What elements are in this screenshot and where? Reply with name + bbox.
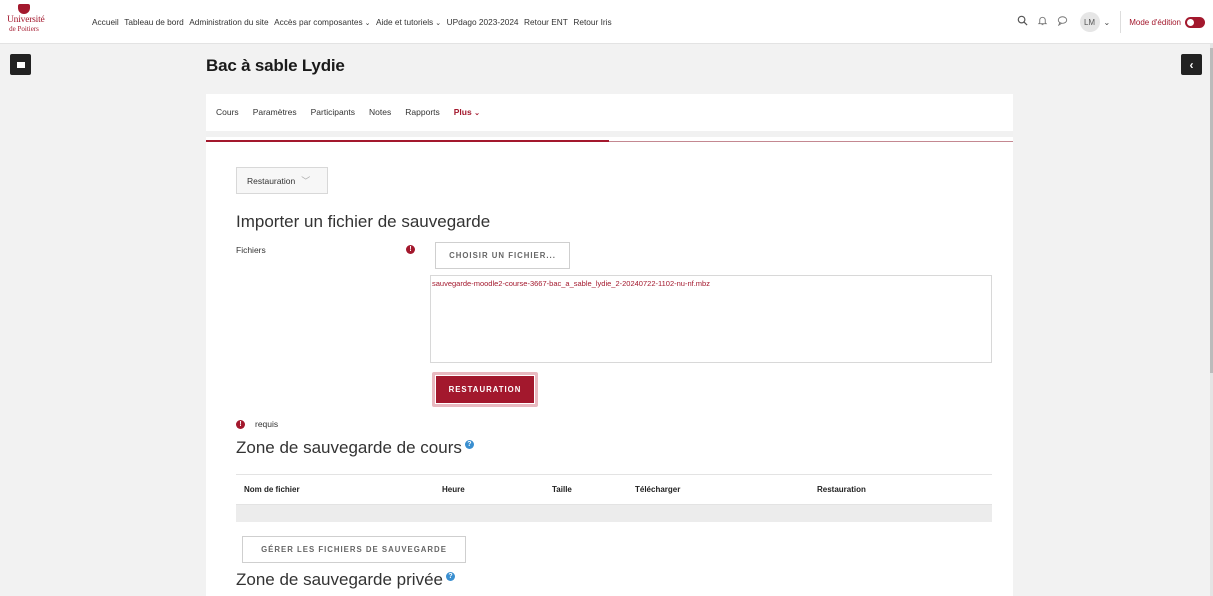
column-header-download: Télécharger — [635, 485, 681, 494]
column-header-size: Taille — [552, 485, 572, 494]
edit-mode-toggle[interactable] — [1185, 16, 1205, 28]
nav-link-tableau-de-bord[interactable]: Tableau de bord — [124, 17, 184, 27]
nav-link-retour-iris[interactable]: Retour Iris — [573, 17, 611, 27]
messages-icon[interactable] — [1057, 15, 1068, 29]
course-secondary-nav: Cours Paramètres Participants Notes Rapp… — [206, 94, 1013, 130]
user-avatar[interactable]: LM — [1079, 12, 1100, 32]
file-drop-zone[interactable]: sauvegarde-moodle2-course-3667-bac_a_sab… — [430, 275, 992, 363]
logo-text-line2: de Poitiers — [9, 25, 39, 33]
nav-link-updago[interactable]: UPdago 2023-2024 — [447, 17, 519, 27]
files-label: Fichiers — [236, 245, 266, 255]
table-row — [236, 505, 992, 522]
tab-parametres[interactable]: Paramètres — [253, 107, 297, 117]
manage-backup-files-button[interactable]: GÉRER LES FICHIERS DE SAUVEGARDE — [242, 536, 466, 563]
column-header-filename: Nom de fichier — [244, 485, 300, 494]
search-icon[interactable] — [1017, 15, 1028, 29]
private-backup-area-heading: Zone de sauvegarde privée? — [236, 570, 455, 590]
nav-link-aide-tutoriels-label: Aide et tutoriels — [376, 17, 434, 27]
navbar-user-area: LM ⌄ Mode d'édition — [1008, 0, 1205, 44]
column-header-restore: Restauration — [817, 485, 866, 494]
tab-rapports[interactable]: Rapports — [405, 107, 440, 117]
help-icon[interactable]: ? — [445, 572, 455, 582]
chevron-down-icon: ﹀ — [301, 176, 311, 186]
choose-file-button[interactable]: CHOISIR UN FICHIER... — [435, 242, 570, 269]
crest-icon — [18, 4, 30, 14]
chevron-down-icon: ⌄ — [435, 20, 442, 27]
restore-button[interactable]: RESTAURATION — [436, 376, 534, 403]
restore-select[interactable]: Restauration ﹀ — [236, 167, 328, 194]
tab-participants[interactable]: Participants — [311, 107, 355, 117]
primary-navigation: Accueil Tableau de bord Administration d… — [92, 0, 617, 44]
course-index-drawer-button[interactable] — [10, 54, 31, 75]
required-icon: ! — [406, 245, 415, 254]
nav-link-acces-composantes-label: Accès par composantes — [274, 17, 363, 27]
chevron-down-icon[interactable]: ⌄ — [1104, 18, 1111, 27]
selected-file-link[interactable]: sauvegarde-moodle2-course-3667-bac_a_sab… — [432, 279, 710, 288]
nav-link-acces-composantes[interactable]: Accès par composantes ⌄ — [274, 17, 370, 27]
nav-link-aide-tutoriels[interactable]: Aide et tutoriels ⌄ — [376, 17, 441, 27]
nav-link-retour-ent[interactable]: Retour ENT — [524, 17, 568, 27]
course-backup-area-heading: Zone de sauvegarde de cours? — [236, 438, 474, 458]
chevron-left-icon: ‹ — [1189, 57, 1194, 72]
block-drawer-button[interactable]: ‹ — [1181, 54, 1202, 75]
import-backup-heading: Importer un fichier de sauvegarde — [236, 212, 491, 231]
nav-link-accueil[interactable]: Accueil — [92, 17, 119, 27]
tab-cours[interactable]: Cours — [216, 107, 239, 117]
private-backup-area-heading-text: Zone de sauvegarde privée — [236, 570, 443, 589]
list-icon — [16, 61, 25, 68]
chevron-down-icon: ⌄ — [474, 110, 480, 117]
chevron-down-icon: ⌄ — [364, 20, 371, 27]
required-icon: ! — [236, 420, 245, 429]
page-title: Bac à sable Lydie — [206, 56, 345, 75]
table-divider — [236, 474, 992, 475]
column-header-time: Heure — [442, 485, 465, 494]
nav-link-administration[interactable]: Administration du site — [189, 17, 268, 27]
tab-notes[interactable]: Notes — [369, 107, 391, 117]
logo-text-line1: Université — [7, 15, 45, 25]
university-logo[interactable]: Université de Poitiers — [7, 4, 45, 38]
edit-mode-label: Mode d'édition — [1129, 17, 1181, 27]
top-navbar: Université de Poitiers Accueil Tableau d… — [0, 0, 1213, 44]
restore-select-value: Restauration — [247, 175, 296, 186]
notification-bell-icon[interactable] — [1037, 15, 1048, 29]
course-backup-area-heading-text: Zone de sauvegarde de cours — [236, 438, 462, 457]
tab-plus[interactable]: Plus ⌄ — [454, 107, 480, 117]
tab-plus-label: Plus — [453, 107, 472, 117]
tab-divider — [206, 131, 1013, 137]
help-icon[interactable]: ? — [464, 440, 474, 450]
active-tab-indicator — [206, 140, 609, 142]
navbar-divider — [1120, 11, 1122, 33]
main-content: Cours Paramètres Participants Notes Rapp… — [206, 94, 1013, 596]
required-note: requis — [255, 419, 279, 429]
